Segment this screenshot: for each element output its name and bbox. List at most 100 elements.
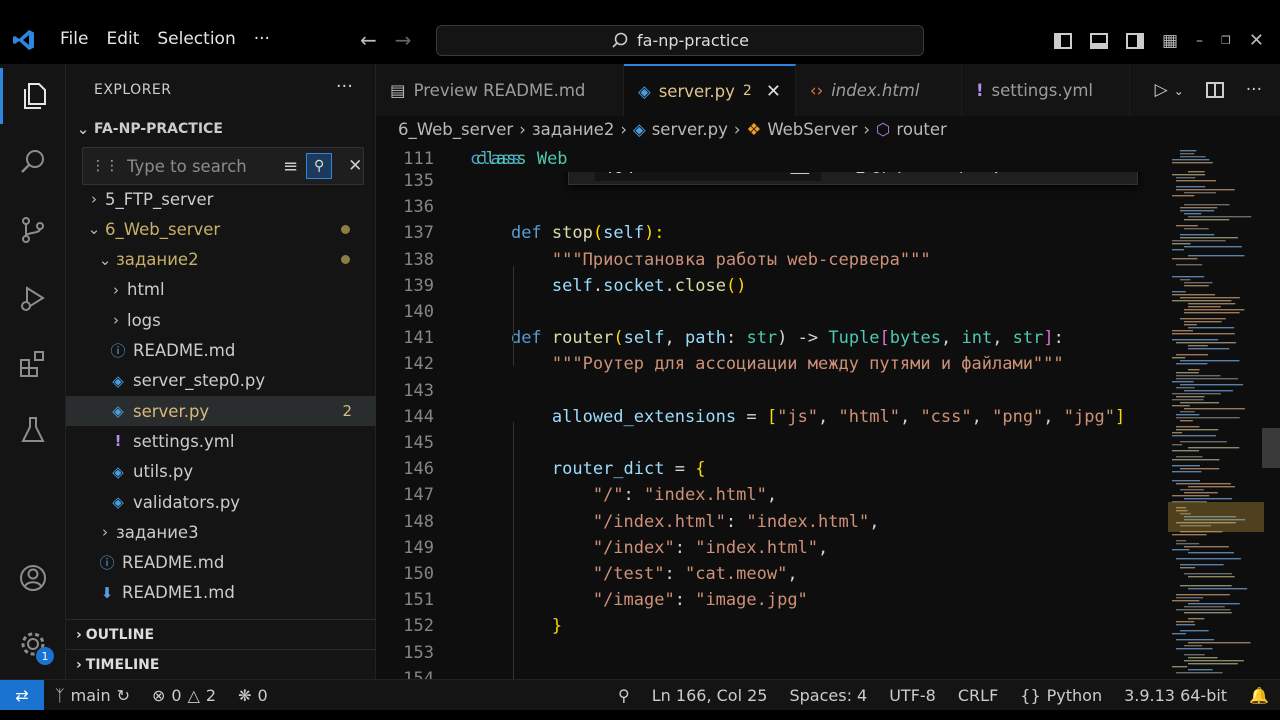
drag-handle-icon[interactable]: ⋮⋮ [91, 158, 119, 174]
tree-folder[interactable]: › logs [66, 305, 376, 335]
menu-selection[interactable]: Selection [157, 29, 249, 49]
tab-settings-yml[interactable]: ! settings.yml [962, 64, 1130, 116]
filter-input[interactable] [127, 156, 277, 176]
code-line[interactable]: 139 self. socket. close() [376, 273, 1166, 299]
tree-folder[interactable]: ⌄ 6_Web_server [66, 214, 376, 244]
menu-more[interactable]: ··· [254, 29, 284, 49]
tree-file[interactable]: ◈ server_step0.py [66, 366, 376, 396]
ports-indicator[interactable]: ❋ 0 [227, 686, 279, 705]
tree-file[interactable]: ◈ utils.py [66, 457, 376, 487]
activity-testing[interactable] [0, 402, 66, 458]
breadcrumb-method[interactable]: router [896, 120, 946, 139]
line-number: 147 [403, 485, 434, 506]
more-actions-icon[interactable]: ··· [336, 76, 353, 97]
breadcrumb-file[interactable]: server.py [652, 120, 728, 139]
code-line[interactable]: 138 """Приостановка работы web-сервера""… [376, 247, 1166, 273]
code-line[interactable]: 145 [376, 430, 1166, 456]
tab-preview-readme[interactable]: ▤ Preview README.md [376, 64, 624, 116]
code-line[interactable]: 150 "/test": "cat.meow", [376, 561, 1166, 587]
code-line[interactable]: 140 [376, 299, 1166, 325]
breadcrumb-subfolder[interactable]: задание2 [532, 120, 615, 139]
activity-manage[interactable]: 1 [0, 616, 66, 672]
filter-icon[interactable]: ≡ [283, 156, 298, 177]
python-interpreter[interactable]: 3.9.13 64-bit [1113, 686, 1238, 705]
activity-accounts[interactable] [0, 550, 66, 606]
close-tab-icon[interactable]: ✕ [766, 81, 781, 102]
activity-source-control[interactable] [0, 202, 66, 258]
close-filter-icon[interactable]: ✕ [348, 156, 362, 176]
end-of-line[interactable]: CRLF [947, 686, 1009, 705]
toggle-secondary-sidebar-icon[interactable] [1125, 32, 1144, 49]
outline-section[interactable]: › OUTLINE [66, 619, 376, 649]
customize-layout-icon[interactable]: ▦ [1162, 31, 1178, 51]
split-editor-icon[interactable] [1205, 82, 1224, 98]
tab-index-html[interactable]: ‹› index.html [796, 64, 962, 116]
tree-folder[interactable]: › html [66, 275, 376, 305]
code-editor[interactable]: 111 class class Web 135 136 137 def stop(se… [376, 146, 1166, 679]
more-editor-actions-icon[interactable]: ··· [1246, 80, 1262, 100]
code-line[interactable]: 153 [376, 640, 1166, 666]
sticky-scroll-line[interactable]: 111 class class Web [376, 146, 1166, 172]
workspace-root[interactable]: ⌄ FA-NP-PRACTICE [66, 114, 376, 144]
activity-search[interactable] [0, 134, 66, 190]
timeline-section[interactable]: › TIMELINE [66, 649, 376, 679]
breadcrumb-class[interactable]: WebServer [767, 120, 857, 139]
forward-arrow-icon[interactable]: → [395, 28, 412, 52]
close-window-icon[interactable]: ✕ [1249, 30, 1264, 51]
branch-indicator[interactable]: ᛉ main ↻ [44, 686, 141, 705]
toggle-primary-sidebar-icon[interactable] [1053, 32, 1072, 49]
remote-indicator[interactable]: ⇄ [0, 679, 44, 711]
code-line[interactable]: 147 "/": "index.html", [376, 482, 1166, 508]
tree-item-label: server_step0.py [133, 371, 266, 391]
minimap-line [1184, 498, 1233, 500]
back-arrow-icon[interactable]: ← [360, 28, 377, 52]
scrollbar-thumb[interactable] [1262, 428, 1280, 468]
run-file-icon[interactable]: ▷ ⌄ [1155, 80, 1184, 100]
activity-run-debug[interactable] [0, 270, 66, 326]
problems-indicator[interactable]: ⊗ 0 △ 2 [141, 686, 227, 705]
menu-file[interactable]: File [60, 29, 102, 49]
fuzzy-match-icon[interactable]: ⚲ [306, 153, 333, 179]
minimize-icon[interactable]: – [1196, 33, 1203, 49]
breadcrumb-folder[interactable]: 6_Web_server [398, 120, 513, 139]
code-line[interactable]: 137 def stop(self): [376, 220, 1166, 246]
tree-folder[interactable]: › задание3 [66, 517, 376, 547]
minimap-line [1188, 486, 1235, 488]
code-line[interactable]: 152 } [376, 613, 1166, 639]
code-line[interactable]: 141 def router(self, path: str) -> Tuple… [376, 325, 1166, 351]
tab-server-py[interactable]: ◈ server.py 2 ✕ [624, 64, 796, 116]
code-line[interactable]: 151 "/image": "image.jpg" [376, 587, 1166, 613]
encoding[interactable]: UTF-8 [878, 686, 947, 705]
code-line[interactable]: 136 [376, 194, 1166, 220]
warning-icon: △ [187, 685, 200, 705]
tree-file[interactable]: ! settings.yml [66, 426, 376, 456]
tree-file[interactable]: ⓘ README.md [66, 336, 376, 366]
code-line[interactable]: 154 [376, 666, 1166, 679]
code-line[interactable]: 146 router_dict = { [376, 456, 1166, 482]
code-line[interactable]: 144 allowed_extensions = ["js", "html", … [376, 404, 1166, 430]
tree-file[interactable]: ⬇ README1.md [66, 578, 376, 608]
tree-folder[interactable]: › 5_FTP_server [66, 184, 376, 214]
indentation[interactable]: Spaces: 4 [778, 686, 878, 705]
code-line[interactable]: 148 "/index.html": "index.html", [376, 509, 1166, 535]
minimap-visible-range[interactable] [1168, 502, 1264, 532]
notifications[interactable]: 🔔 [1238, 686, 1280, 705]
language-mode[interactable]: {} Python [1009, 686, 1113, 705]
minimap[interactable] [1168, 146, 1264, 679]
tree-file[interactable]: ◈ server.py 2 [66, 396, 376, 427]
code-line[interactable]: 149 "/index": "index.html", [376, 535, 1166, 561]
code-line[interactable]: 142 """Роутер для ассоциации между путям… [376, 351, 1166, 377]
tree-file[interactable]: ⓘ README.md [66, 548, 376, 578]
activity-extensions[interactable] [0, 336, 66, 392]
command-center[interactable]: fa-np-practice [436, 25, 924, 56]
restore-icon[interactable]: ❐ [1221, 34, 1231, 47]
tree-file[interactable]: ◈ validators.py [66, 487, 376, 517]
code-line[interactable]: 143 [376, 378, 1166, 404]
menu-edit[interactable]: Edit [106, 29, 153, 49]
chevron-right-icon: › [113, 280, 119, 299]
tree-folder[interactable]: ⌄ задание2 [66, 245, 376, 275]
toggle-panel-icon[interactable] [1089, 32, 1108, 49]
zoom-indicator[interactable]: ⚲ [607, 686, 641, 705]
activity-explorer[interactable] [0, 68, 66, 124]
cursor-position[interactable]: Ln 166, Col 25 [641, 686, 779, 705]
